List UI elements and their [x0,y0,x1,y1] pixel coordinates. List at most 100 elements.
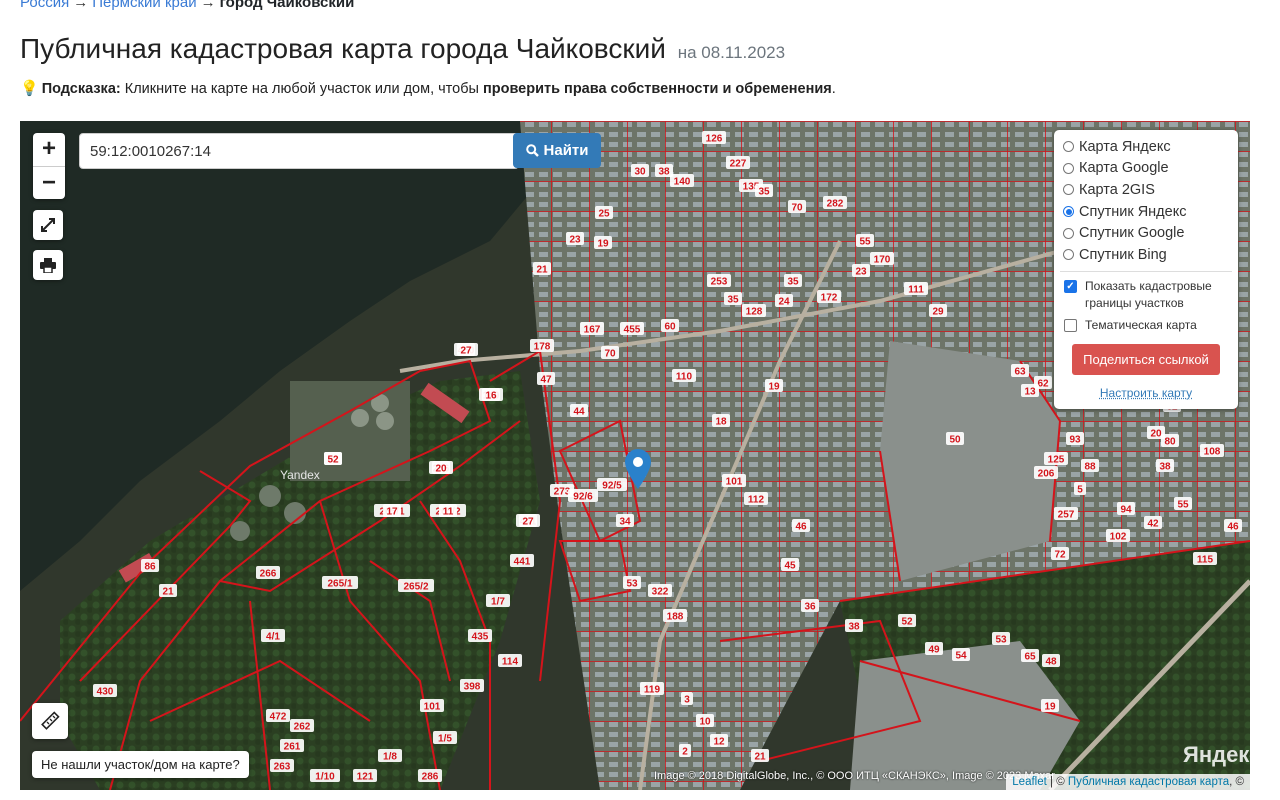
leaflet-link[interactable]: Leaflet [1012,776,1047,788]
parcel-number-label[interactable]: 20 [1150,429,1162,440]
parcel-number-label[interactable]: 53 [995,635,1007,646]
parcel-number-label[interactable]: 2 [682,747,688,758]
not-found-button[interactable]: Не нашли участок/дом на карте? [32,751,249,778]
parcel-number-label[interactable]: 38 [658,167,670,178]
parcel-number-label[interactable]: 119 [644,685,661,696]
parcel-number-label[interactable]: 62 [1037,379,1049,390]
parcel-number-label[interactable]: 38 [1159,462,1171,473]
parcel-number-label[interactable]: 65 [1024,652,1036,663]
cadastral-map[interactable]: 45014021266265/1265/2441441265/1265/2266… [20,121,1250,790]
fullscreen-button[interactable] [33,210,63,240]
map-marker-icon[interactable] [625,449,651,489]
parcel-number-label[interactable]: 455 [624,325,641,336]
parcel-number-label[interactable]: 265/2 [403,582,428,593]
parcel-number-label[interactable]: 112 [748,495,765,506]
parcel-number-label[interactable]: 44 [573,407,585,418]
layer-option-yandex-satellite[interactable]: Спутник Яндекс [1054,201,1238,223]
parcel-number-label[interactable]: 93 [1069,435,1081,446]
configure-map-link[interactable]: Настроить карту [1054,386,1238,400]
parcel-number-label[interactable]: 24 [778,297,790,308]
parcel-number-label[interactable]: 27 [460,346,472,357]
thematic-map-checkbox[interactable] [1064,318,1077,332]
parcel-number-label[interactable]: 30 [634,167,646,178]
parcel-number-label[interactable]: 46 [795,522,807,533]
zoom-out-button[interactable]: − [33,167,65,200]
parcel-number-label[interactable]: 11 [443,507,454,518]
parcel-number-label[interactable]: 38 [848,622,860,633]
breadcrumb-perm-krai[interactable]: Пермский край [92,0,196,11]
parcel-number-label[interactable]: 227 [730,159,747,170]
parcel-number-label[interactable]: 53 [626,579,638,590]
parcel-number-label[interactable]: 21 [754,752,766,763]
parcel-number-label[interactable]: 430 [97,687,114,698]
parcel-number-label[interactable]: 172 [821,293,838,304]
zoom-in-button[interactable]: + [33,133,65,167]
parcel-number-label[interactable]: 128 [746,307,763,318]
parcel-number-label[interactable]: 286 [422,772,439,783]
parcel-number-label[interactable]: 88 [1084,462,1096,473]
parcel-number-label[interactable]: 55 [1177,500,1189,511]
parcel-number-label[interactable]: 114 [502,657,519,668]
parcel-number-label[interactable]: 398 [464,682,481,693]
site-link[interactable]: Публичная кадастровая карта [1068,776,1229,788]
radio-google-map[interactable] [1063,162,1074,174]
parcel-number-label[interactable]: 17 [386,507,398,518]
parcel-number-label[interactable]: 102 [1110,532,1127,543]
radio-2gis-map[interactable] [1063,184,1074,196]
parcel-number-label[interactable]: 21 [536,265,548,276]
thematic-map-toggle[interactable]: Тематическая карта [1054,317,1238,334]
parcel-number-label[interactable]: 16 [485,391,497,402]
parcel-number-label[interactable]: 35 [787,277,799,288]
share-link-button[interactable]: Поделиться ссылкой [1072,343,1220,375]
measure-ruler-button[interactable] [32,703,68,739]
parcel-number-label[interactable]: 48 [1045,657,1057,668]
radio-yandex-map[interactable] [1063,141,1074,153]
parcel-number-label[interactable]: 178 [534,342,551,353]
parcel-number-label[interactable]: 101 [424,702,441,713]
layer-option-2gis-map[interactable]: Карта 2GIS [1054,179,1238,201]
parcel-number-label[interactable]: 49 [928,645,940,656]
parcel-number-label[interactable]: 54 [955,651,967,662]
parcel-number-label[interactable]: 63 [1014,367,1026,378]
parcel-number-label[interactable]: 126 [706,134,723,145]
parcel-number-label[interactable]: 36 [804,602,816,613]
radio-google-satellite[interactable] [1063,227,1074,239]
parcel-number-label[interactable]: 121 [357,772,374,783]
parcel-number-label[interactable]: 140 [674,177,691,188]
parcel-number-label[interactable]: 266 [260,569,277,580]
parcel-number-label[interactable]: 19 [597,239,609,250]
parcel-number-label[interactable]: 101 [726,477,743,488]
parcel-number-label[interactable]: 170 [874,255,891,266]
layer-option-yandex-map[interactable]: Карта Яндекс [1054,136,1238,158]
parcel-number-label[interactable]: 206 [1038,469,1055,480]
parcel-number-label[interactable]: 261 [284,742,301,753]
parcel-number-label[interactable]: 3 [684,695,690,706]
parcel-number-label[interactable]: 21 [162,587,174,598]
parcel-number-label[interactable]: 115 [1197,555,1214,566]
parcel-number-label[interactable]: 12 [713,737,725,748]
parcel-number-label[interactable]: 19 [1044,702,1056,713]
parcel-number-label[interactable]: 55 [859,237,871,248]
layer-option-google-map[interactable]: Карта Google [1054,158,1238,180]
parcel-number-label[interactable]: 92/6 [573,492,593,503]
radio-yandex-satellite[interactable] [1063,206,1074,218]
parcel-number-label[interactable]: 29 [932,307,944,318]
breadcrumb-russia[interactable]: Россия [20,0,69,11]
parcel-number-label[interactable]: 263 [274,762,291,773]
print-button[interactable] [33,250,63,280]
parcel-number-label[interactable]: 262 [294,722,311,733]
parcel-number-label[interactable]: 188 [667,612,684,623]
parcel-number-label[interactable]: 23 [569,235,581,246]
layer-option-google-satellite[interactable]: Спутник Google [1054,222,1238,244]
parcel-number-label[interactable]: 52 [901,617,913,628]
parcel-number-label[interactable]: 1/10 [315,772,335,783]
parcel-number-label[interactable]: 13 [1024,387,1036,398]
parcel-number-label[interactable]: 23 [855,267,867,278]
parcel-number-label[interactable]: 47 [540,375,552,386]
parcel-number-label[interactable]: 50 [949,435,961,446]
parcel-number-label[interactable]: 108 [1204,447,1221,458]
parcel-number-label[interactable]: 20 [435,464,447,475]
cadastral-number-search-input[interactable] [79,133,519,169]
parcel-number-label[interactable]: 60 [664,322,676,333]
layer-option-bing-satellite[interactable]: Спутник Bing [1054,244,1238,266]
